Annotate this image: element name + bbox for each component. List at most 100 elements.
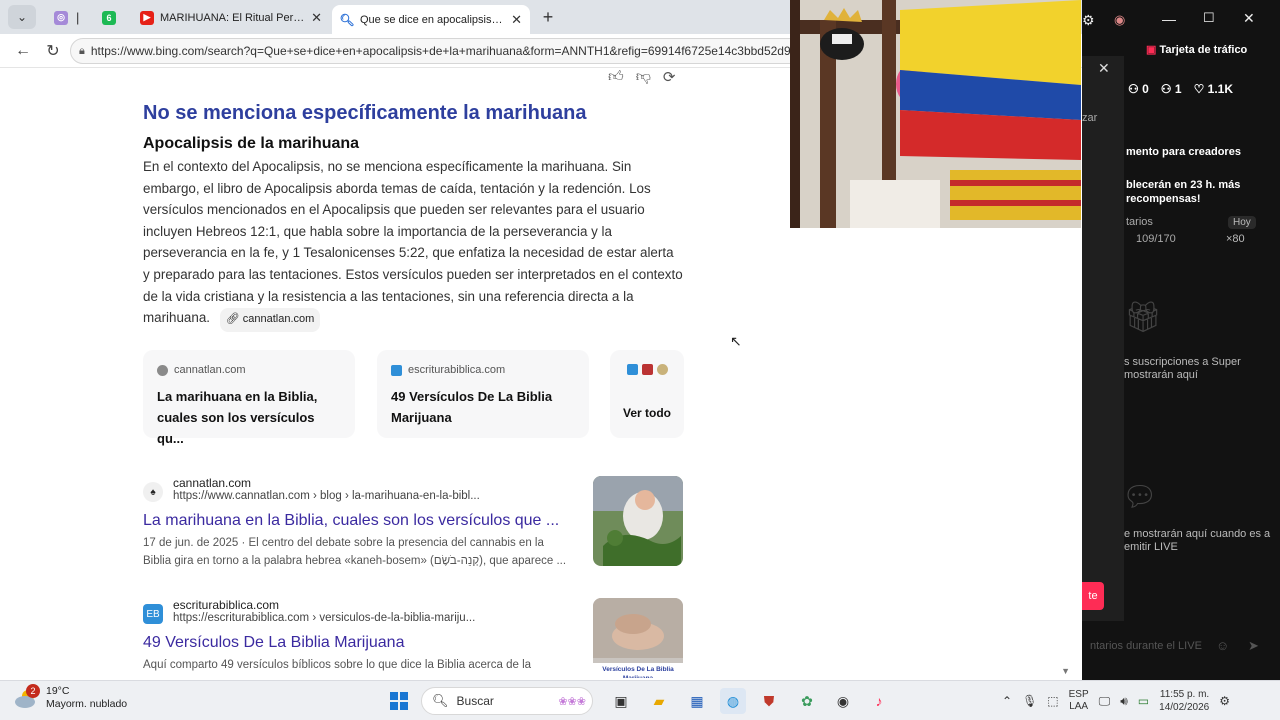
tab-bing-search[interactable]: 🔍︎ Que se dice en apocalipsis de la m ✕	[332, 5, 530, 34]
tab-app[interactable]: ◎ |	[46, 5, 86, 30]
webcam-overlay	[790, 0, 1081, 228]
mouse-cursor-icon: ↖	[730, 333, 742, 349]
store-icon[interactable]: ▦	[684, 688, 710, 714]
youtube-icon: ▶	[140, 10, 154, 25]
source-card[interactable]: escriturabiblica.com 49 Versículos De La…	[377, 350, 589, 438]
escriturabiblica-icon: EB	[143, 604, 163, 624]
likes-stat: ♡ 1.1K	[1193, 82, 1234, 96]
taskbar-search[interactable]: 🔍︎ Buscar ❀❀❀	[421, 687, 593, 715]
today-badge: Hoy	[1228, 216, 1256, 229]
search-result: ♠ cannatlan.com https://www.cannatlan.co…	[143, 476, 683, 570]
live-stats: ⚇ 0 ⚇ 1 ♡ 1.1K	[1128, 82, 1233, 96]
answer-text: En el contexto del Apocalipsis, no se me…	[143, 159, 683, 326]
emoji-icon[interactable]: ☺	[1216, 638, 1229, 653]
see-all-card[interactable]: Ver todo	[610, 350, 684, 438]
language-indicator[interactable]: ESP LAA	[1069, 689, 1089, 713]
close-icon[interactable]: ✕	[311, 10, 322, 26]
system-tray: ⌃ 🎙︎ ⬚ ESP LAA 🖵︎ 🔊︎ ▭ 11:55 p. m. 14/02…	[1002, 681, 1230, 720]
notification-badge: 2	[26, 684, 40, 698]
close-icon[interactable]: ✕	[1243, 10, 1255, 27]
green-6-icon: 6	[102, 10, 116, 25]
chevron-up-icon[interactable]: ⌃	[1002, 694, 1012, 708]
traffic-card-button[interactable]: ▣ Tarjeta de tráfico	[1146, 44, 1266, 57]
card-title: 49 Versículos De La Biblia Marijuana	[391, 389, 553, 425]
close-icon[interactable]: ✕	[1098, 60, 1110, 77]
chat-bubble-icon: 💬︎	[1122, 481, 1158, 512]
search-highlight-icon: ❀❀❀	[558, 695, 586, 708]
result-site: escriturabiblica.com	[173, 598, 280, 612]
avatar[interactable]: ◉	[1114, 12, 1125, 28]
result-snippet: Aquí comparto 49 versículos bíblicos sob…	[143, 659, 532, 671]
search-icon: 🔍︎	[432, 693, 449, 708]
task-view-icon[interactable]: ▣	[608, 688, 634, 714]
thumbs-down-icon[interactable]: 👎︎	[636, 68, 651, 86]
tiktok-icon[interactable]: ♪	[866, 688, 892, 714]
subscriptions-empty-text: s suscripciones a Super mostrarán aquí	[1124, 356, 1241, 381]
followers-stat: ⚇ 1	[1160, 82, 1182, 96]
source-chip-label: cannatlan.com	[242, 313, 315, 326]
volume-icon[interactable]: 🔊︎	[1120, 694, 1128, 709]
rewards-text: blecerán en 23 h. más recompensas!	[1126, 179, 1241, 205]
gems-count: ×80	[1226, 233, 1245, 245]
file-explorer-icon[interactable]: ▰	[646, 688, 672, 714]
thumb-caption: Versículos De La Biblia Marijuana	[593, 663, 683, 678]
temperature: 19°C	[46, 685, 70, 697]
notifications-icon[interactable]: ⚙	[1219, 694, 1230, 708]
result-thumbnail[interactable]	[593, 476, 683, 566]
app-icon: ◎	[54, 10, 68, 25]
live-empty-text: e mostrarán aquí cuando es a emitir LIVE	[1124, 528, 1271, 553]
result-site: cannatlan.com	[173, 476, 252, 490]
comments-counter: 109/170	[1136, 233, 1176, 245]
obs-icon[interactable]: ◉	[830, 688, 856, 714]
link-icon: 🔗︎	[225, 313, 243, 326]
site-icon	[641, 364, 653, 375]
result-snippet: 17 de jun. de 2025 · El centro del debat…	[143, 537, 567, 567]
tab-youtube[interactable]: ▶ MARIHUANA: El Ritual Perdido y el ✕	[132, 5, 330, 30]
go-live-button[interactable]: te	[1082, 582, 1104, 610]
address-bar[interactable]: 🔒︎ https://www.bing.com/search?q=Que+se+…	[70, 38, 830, 64]
viewers-stat: ⚇ 0	[1128, 82, 1149, 96]
minimize-icon[interactable]: —	[1162, 11, 1176, 27]
source-chip[interactable]: 🔗︎ cannatlan.com	[219, 308, 321, 332]
result-url[interactable]: https://www.cannatlan.com › blog › la-ma…	[173, 490, 480, 502]
shield-app-icon[interactable]: ⛊	[756, 688, 782, 714]
new-tab-plus-icon[interactable]: +	[538, 5, 558, 29]
close-icon[interactable]: ✕	[511, 12, 522, 28]
network-icon[interactable]: 🖵︎	[1099, 694, 1111, 709]
weather-widget[interactable]: 2 19°C Mayorm. nublado	[14, 684, 128, 711]
address-url: https://www.bing.com/search?q=Que+se+dic…	[90, 44, 791, 58]
battery-icon[interactable]: ▭	[1138, 694, 1149, 708]
tab-actions-chevron-icon[interactable]: ⌄	[8, 5, 36, 29]
answer-body: En el contexto del Apocalipsis, no se me…	[143, 156, 683, 332]
card-domain: escriturabiblica.com	[408, 364, 506, 376]
send-icon[interactable]: ➤	[1248, 638, 1259, 654]
scroll-down-arrow-icon[interactable]: ▼	[1061, 666, 1070, 676]
source-card[interactable]: cannatlan.com La marihuana en la Biblia,…	[143, 350, 355, 446]
windows-start-icon[interactable]	[386, 688, 412, 714]
result-thumbnail[interactable]: Versículos De La Biblia Marijuana	[593, 598, 683, 678]
side-text: zar	[1082, 112, 1098, 124]
tab-green[interactable]: 6	[94, 5, 130, 30]
traffic-card-icon: ▣	[1146, 44, 1160, 56]
reload-icon[interactable]: ↻	[42, 40, 64, 62]
back-arrow-icon[interactable]: ←	[12, 40, 34, 62]
close-icon[interactable]: |	[76, 10, 79, 25]
modal-backdrop	[1082, 56, 1124, 621]
share-icon[interactable]: ⟳	[663, 68, 676, 86]
card-title: La marihuana en la Biblia, cuales son lo…	[157, 389, 318, 446]
gear-icon[interactable]: ⚙	[1082, 12, 1095, 29]
weather-text: Mayorm. nublado	[46, 698, 128, 710]
thumbs-up-icon[interactable]: 👍︎	[608, 68, 624, 86]
chat-app-icon[interactable]: ✿	[794, 688, 820, 714]
clock[interactable]: 11:55 p. m. 14/02/2026	[1159, 688, 1209, 714]
cannatlan-icon: ♠	[143, 482, 163, 502]
escriturabiblica-icon	[391, 364, 402, 376]
result-url[interactable]: https://escriturabiblica.com › versiculo…	[173, 612, 475, 624]
tray-app-icon[interactable]: ⬚	[1047, 694, 1058, 708]
cloudy-icon: 2	[14, 684, 40, 710]
comment-input[interactable]: ntarios durante el LIVE	[1090, 640, 1202, 652]
maximize-icon[interactable]: ☐	[1203, 10, 1215, 26]
comments-label: tarios	[1126, 216, 1153, 228]
edge-icon[interactable]: ◍	[720, 688, 746, 714]
microphone-icon[interactable]: 🎙︎	[1022, 694, 1037, 708]
